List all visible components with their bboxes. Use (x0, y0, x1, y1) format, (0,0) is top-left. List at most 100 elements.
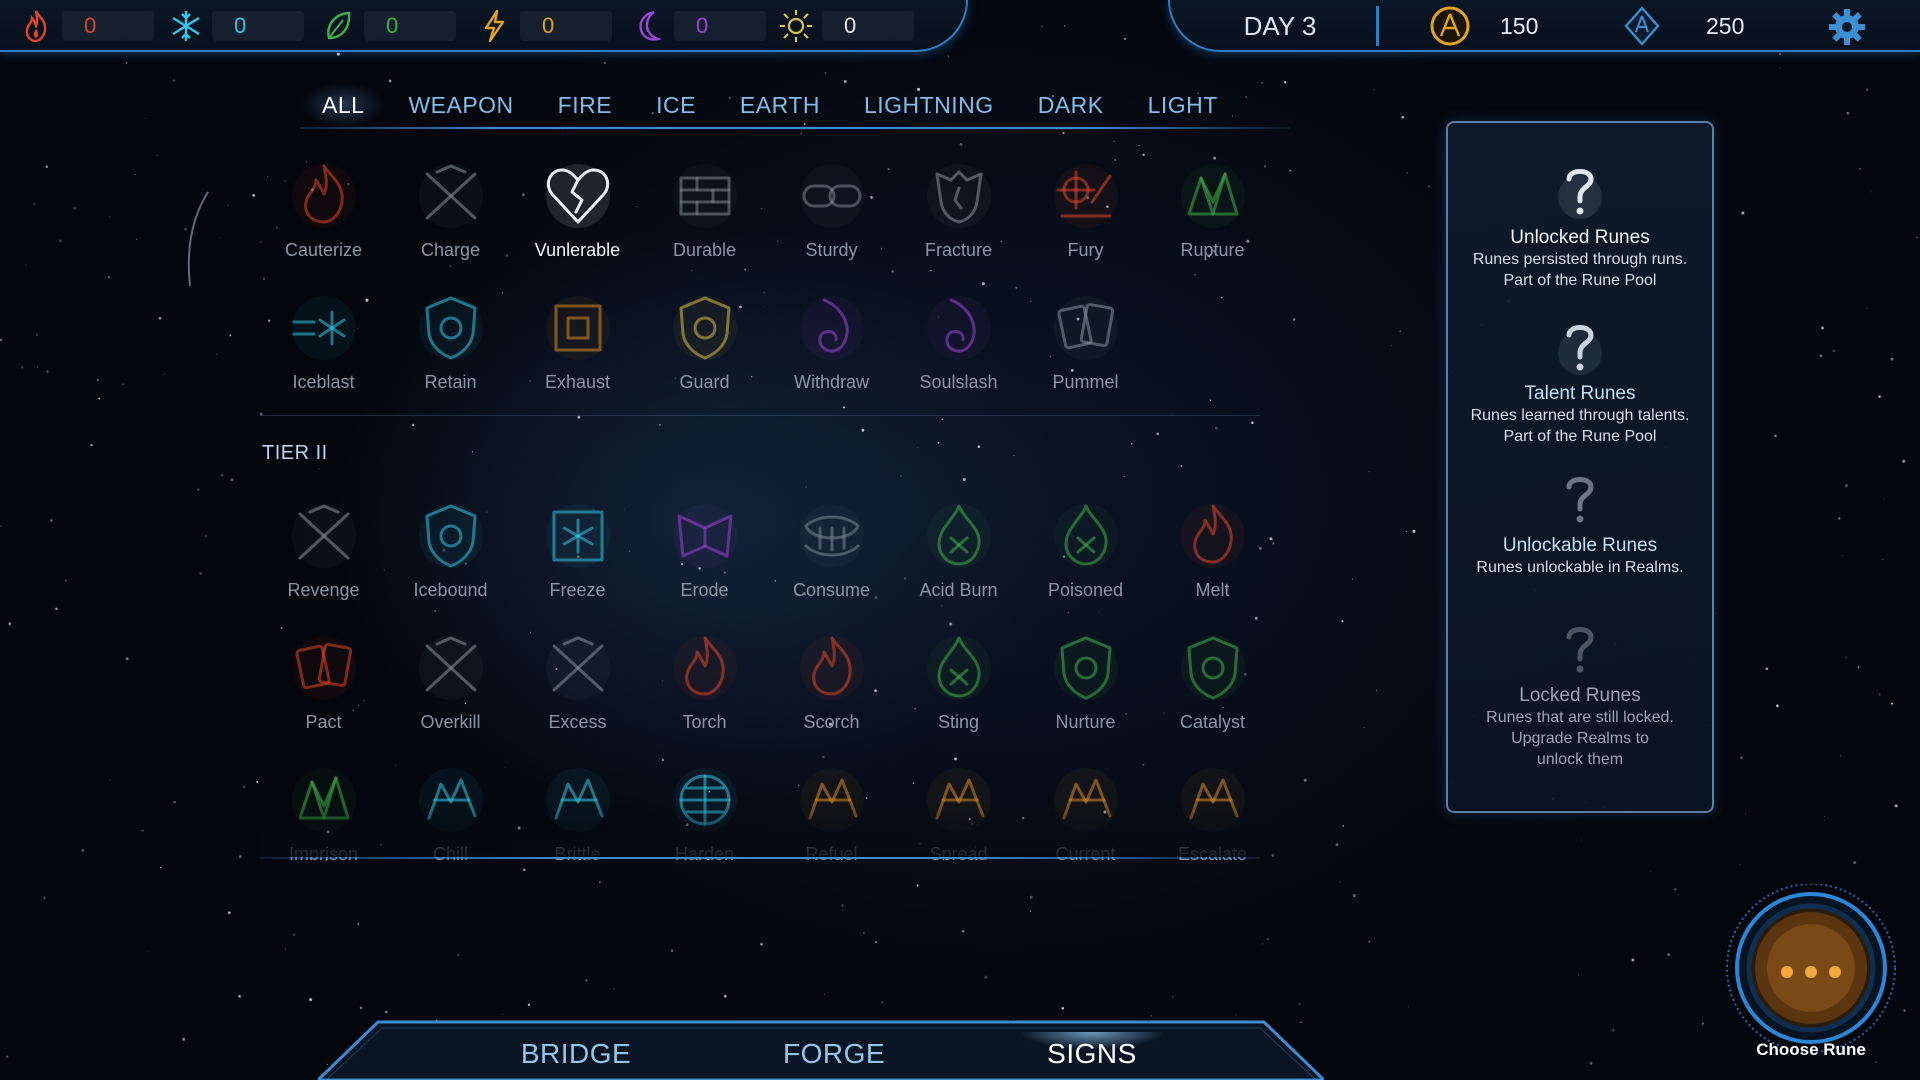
tier2-label: TIER II (262, 442, 328, 464)
light-resource: 0 (778, 6, 914, 46)
legend-title: Locked Runes (1519, 685, 1641, 706)
rune-iceblast[interactable]: Iceblast (260, 288, 387, 398)
rune-guard[interactable]: Guard (641, 288, 768, 398)
rune-consume[interactable]: Consume (768, 496, 895, 606)
nav-forge-button[interactable]: FORGE (754, 1032, 914, 1076)
rune-exhaust[interactable]: Exhaust (514, 288, 641, 398)
rune-cauterize[interactable]: Cauterize (260, 156, 387, 266)
bottom-navigation: BRIDGE FORGE SIGNS (318, 1018, 1324, 1080)
tab-all[interactable]: ALL (300, 82, 387, 128)
cauterize-icon (291, 164, 356, 228)
legend-desc: Runes unlockable in Realms. (1476, 559, 1684, 576)
rune-label: Acid Burn (919, 580, 998, 600)
settings-gear-icon[interactable] (1826, 6, 1868, 48)
legend-title: Talent Runes (1524, 383, 1636, 404)
rune-poisoned[interactable]: Poisoned (1022, 496, 1149, 606)
rune-label: Fracture (924, 240, 993, 260)
rune-label: Durable (672, 240, 737, 260)
rune-label: Torch (682, 712, 727, 732)
rune-label: Vunlerable (534, 240, 621, 260)
rune-nurture[interactable]: Nurture (1022, 628, 1149, 738)
rune-catalyst[interactable]: Catalyst (1149, 628, 1270, 738)
tab-fire[interactable]: FIRE (536, 82, 634, 128)
pact-cards-icon (291, 636, 356, 700)
grid-fade (260, 805, 1270, 857)
tabs-underline (300, 127, 1290, 129)
acid-burn-icon (926, 504, 991, 568)
rune-label: Scorch (803, 712, 860, 732)
brick-wall-icon (672, 164, 737, 228)
light-value: 0 (822, 11, 914, 41)
rune-sting[interactable]: Sting (895, 628, 1022, 738)
choose-rune-orb-icon (1726, 883, 1896, 1053)
ice-resource: 0 (168, 6, 304, 46)
rune-label: Catalyst (1179, 712, 1246, 732)
rune-soulslash[interactable]: Soulslash (895, 288, 1022, 398)
gold-currency: 150 (1428, 4, 1538, 48)
tab-ice[interactable]: ICE (634, 82, 718, 128)
charge-icon (418, 164, 483, 228)
rune-vunlerable[interactable]: Vunlerable (514, 156, 641, 266)
rune-charge[interactable]: Charge (387, 156, 514, 266)
tab-lightning[interactable]: LIGHTNING (842, 82, 1016, 128)
rune-revenge[interactable]: Revenge (260, 496, 387, 606)
rune-overkill[interactable]: Overkill (387, 628, 514, 738)
earth-value: 0 (364, 11, 456, 41)
chain-link-icon (799, 164, 864, 228)
rune-pact[interactable]: Pact (260, 628, 387, 738)
fire-resource: 0 (18, 6, 154, 46)
legend-desc: Part of the Rune Pool (1503, 272, 1657, 289)
gold-rune-coin-icon (1430, 6, 1470, 46)
decorative-arc (187, 191, 209, 287)
icebound-shield-icon (418, 504, 483, 568)
lightning-icon (484, 9, 505, 43)
rune-grid: Cauterize Charge Vunlerable Durable Sturdy Fr… (260, 140, 1270, 860)
rune-acid-burn[interactable]: Acid Burn (895, 496, 1022, 606)
rune-sturdy[interactable]: Sturdy (768, 156, 895, 266)
erode-icon (672, 504, 737, 568)
lightning-resource: 0 (476, 6, 612, 46)
rune-excess[interactable]: Excess (514, 628, 641, 738)
guard-shield-icon (672, 296, 737, 360)
question-mark-icon (1558, 169, 1602, 219)
tab-earth[interactable]: EARTH (718, 82, 842, 128)
tab-weapon[interactable]: WEAPON (386, 82, 535, 128)
nav-signs-button[interactable]: SIGNS (1012, 1032, 1172, 1076)
tab-light[interactable]: LIGHT (1126, 82, 1240, 128)
rune-melt[interactable]: Melt (1149, 496, 1270, 606)
rune-withdraw[interactable]: Withdraw (768, 288, 895, 398)
consume-icon (799, 504, 864, 568)
rune-torch[interactable]: Torch (641, 628, 768, 738)
rune-fracture[interactable]: Fracture (895, 156, 1022, 266)
rune-rupture[interactable]: Rupture (1149, 156, 1270, 266)
rune-durable[interactable]: Durable (641, 156, 768, 266)
tab-dark[interactable]: DARK (1016, 82, 1126, 128)
rune-label: Cauterize (284, 240, 363, 260)
question-mark-icon (1566, 477, 1594, 523)
legend-desc: Runes that are still locked. (1486, 709, 1674, 726)
catalyst-shield-icon (1180, 636, 1245, 700)
blue-crystal-icon (1624, 6, 1660, 46)
dark-resource: 0 (630, 6, 766, 46)
rune-label: Freeze (549, 580, 606, 600)
nurture-shield-icon (1053, 636, 1118, 700)
crystal-currency: 250 (1620, 4, 1744, 48)
rune-erode[interactable]: Erode (641, 496, 768, 606)
rune-label: Icebound (413, 580, 488, 600)
rune-retain[interactable]: Retain (387, 288, 514, 398)
rune-label: Excess (548, 712, 607, 732)
freeze-icon (545, 504, 610, 568)
choose-rune-button[interactable]: Choose Rune (1722, 883, 1900, 1064)
revenge-icon (291, 504, 356, 568)
rune-label: Sting (937, 712, 980, 732)
rune-scorch[interactable]: Scorch (768, 628, 895, 738)
nav-bridge-button[interactable]: BRIDGE (496, 1032, 656, 1076)
rune-fury[interactable]: Fury (1022, 156, 1149, 266)
day-counter: DAY 3 (1243, 11, 1317, 41)
rune-icebound[interactable]: Icebound (387, 496, 514, 606)
rune-label: Sturdy (805, 240, 858, 260)
rune-pummel[interactable]: Pummel (1022, 288, 1149, 398)
rune-label: Fury (1067, 240, 1104, 260)
fire-value: 0 (62, 11, 154, 41)
rune-freeze[interactable]: Freeze (514, 496, 641, 606)
